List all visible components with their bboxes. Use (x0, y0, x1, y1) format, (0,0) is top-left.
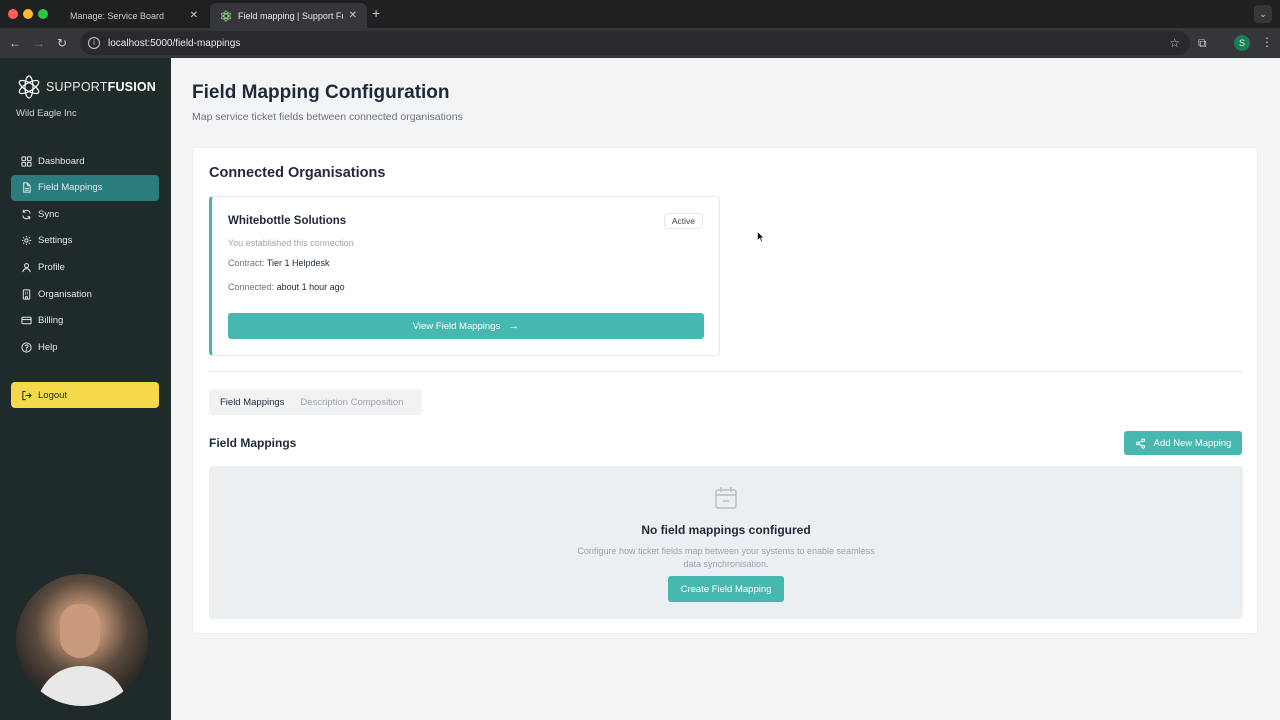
document-icon (23, 182, 31, 193)
arrow-right-icon: → (508, 320, 520, 332)
connection-note: You established this connection (228, 238, 354, 248)
contract-value: Tier 1 Helpdesk (266, 258, 330, 268)
webcam-person-shirt (36, 666, 128, 706)
empty-state: No field mappings configured Configure h… (209, 466, 1243, 619)
tab-description-composition[interactable]: Description Composition (292, 392, 411, 412)
sidebar-item-label: Dashboard (38, 155, 85, 167)
organisation-name: Wild Eagle Inc (16, 108, 77, 119)
window-zoom-button[interactable] (38, 9, 48, 19)
sidebar-item-label: Field Mappings (38, 182, 103, 194)
status-badge: Active (663, 213, 703, 229)
empty-state-title: No field mappings configured (641, 523, 811, 537)
tab-label: Field mapping | Support Fusion (238, 10, 343, 21)
organisation-card-name: Whitebottle Solutions (228, 215, 347, 227)
refresh-icon (22, 209, 31, 219)
share-nodes-icon (1135, 437, 1145, 449)
new-tab-button[interactable]: + (372, 5, 380, 21)
sidebar-item-label: Sync (38, 208, 60, 220)
tab-search-menu-icon[interactable]: ⌄ (1254, 5, 1272, 23)
mouse-cursor-icon (757, 231, 765, 243)
connected-organisations-title: Connected Organisations (209, 165, 386, 181)
tab-close-icon[interactable]: ✕ (349, 10, 357, 21)
sidebar-item-label: Profile (38, 262, 65, 274)
address-bar[interactable]: i localhost:5000/field-mappings ☆ (80, 31, 1190, 55)
credit-card-icon (21, 317, 32, 325)
connected-info: Connected: about 1 hour ago (228, 282, 345, 292)
webcam-person-head (60, 604, 100, 658)
main-content: Field Mapping Configuration Map service … (171, 58, 1280, 720)
sidebar-item-organisation[interactable]: Organisation (11, 281, 159, 307)
view-field-mappings-button[interactable]: View Field Mappings → (228, 313, 704, 339)
sidebar-item-profile[interactable]: Profile (11, 255, 159, 281)
sidebar-item-billing[interactable]: Billing (11, 308, 159, 334)
extensions-puzzle-icon[interactable]: ⧉ (1198, 36, 1207, 51)
sidebar-item-settings[interactable]: Settings (11, 228, 159, 254)
sidebar-item-help[interactable]: Help (11, 334, 159, 360)
logout-icon (22, 390, 32, 400)
add-new-mapping-button[interactable]: Add New Mapping (1124, 431, 1242, 455)
browser-menu-icon[interactable]: ⋮ (1261, 35, 1273, 49)
forward-arrow-icon[interactable]: → (33, 36, 45, 50)
sidebar-item-label: Settings (38, 235, 73, 247)
sidebar-nav: Dashboard Field Mappings Sync Settings P… (11, 148, 159, 361)
sidebar-item-field-mappings[interactable]: Field Mappings (11, 174, 159, 201)
view-field-mappings-label: View Field Mappings (412, 320, 501, 332)
contract-info: Contract: Tier 1 Helpdesk (228, 258, 330, 268)
support-fusion-favicon-icon (221, 10, 231, 21)
support-fusion-logo-icon (18, 75, 40, 99)
browser-tab-service-board[interactable]: Manage: Service Board ✕ (60, 3, 208, 28)
connected-value: about 1 hour ago (276, 282, 345, 292)
sidebar-item-dashboard[interactable]: Dashboard (11, 148, 159, 174)
site-info-icon[interactable]: i (88, 37, 100, 49)
tab-close-icon[interactable]: ✕ (190, 10, 198, 21)
sidebar: SUPPORTFUSION Wild Eagle Inc Dashboard F… (0, 58, 171, 720)
profile-avatar[interactable]: S (1234, 35, 1250, 51)
user-icon (22, 263, 31, 273)
url-text[interactable]: localhost:5000/field-mappings (108, 38, 240, 49)
building-icon (22, 289, 31, 300)
organisation-card: Whitebottle Solutions Active You establi… (209, 196, 720, 356)
section-divider (209, 371, 1243, 372)
field-mappings-title: Field Mappings (209, 436, 297, 450)
brand-name: SUPPORTFUSION (46, 80, 157, 94)
page-title: Field Mapping Configuration (192, 82, 450, 103)
grid-icon (21, 155, 32, 167)
create-field-mapping-button[interactable]: Create Field Mapping (668, 576, 784, 602)
browser-tab-field-mapping[interactable]: Field mapping | Support Fusion ✕ (210, 3, 367, 28)
window-minimize-button[interactable] (23, 9, 33, 19)
brand-logo-link[interactable]: SUPPORTFUSION (16, 74, 156, 100)
connections-panel: Connected Organisations Whitebottle Solu… (192, 147, 1258, 634)
logout-label: Logout (38, 389, 68, 401)
tab-label: Manage: Service Board (70, 10, 165, 21)
calendar-icon (715, 487, 737, 509)
gear-icon (21, 236, 32, 246)
empty-state-description: Configure how ticket fields map between … (577, 546, 875, 569)
browser-toolbar: ← → ↻ i localhost:5000/field-mappings ☆ … (0, 28, 1280, 58)
browser-tab-bar: Manage: Service Board ✕ Field mapping | … (0, 0, 1280, 28)
tab-field-mappings[interactable]: Field Mappings (212, 392, 293, 412)
sidebar-item-label: Organisation (38, 288, 92, 300)
window-close-button[interactable] (8, 9, 18, 19)
bookmark-star-icon[interactable]: ☆ (1169, 36, 1180, 50)
mapping-tabs: Field Mappings Description Composition (209, 389, 422, 415)
reload-icon[interactable]: ↻ (57, 36, 67, 50)
logout-button[interactable]: Logout (11, 382, 159, 408)
sidebar-item-label: Billing (38, 315, 64, 327)
sidebar-item-label: Help (38, 341, 58, 353)
webcam-overlay (16, 574, 148, 706)
sidebar-item-sync[interactable]: Sync (11, 201, 159, 227)
back-arrow-icon[interactable]: ← (9, 36, 21, 50)
add-new-mapping-label: Add New Mapping (1153, 437, 1232, 449)
help-circle-icon (21, 342, 32, 353)
page-subtitle: Map service ticket fields between connec… (192, 111, 463, 123)
